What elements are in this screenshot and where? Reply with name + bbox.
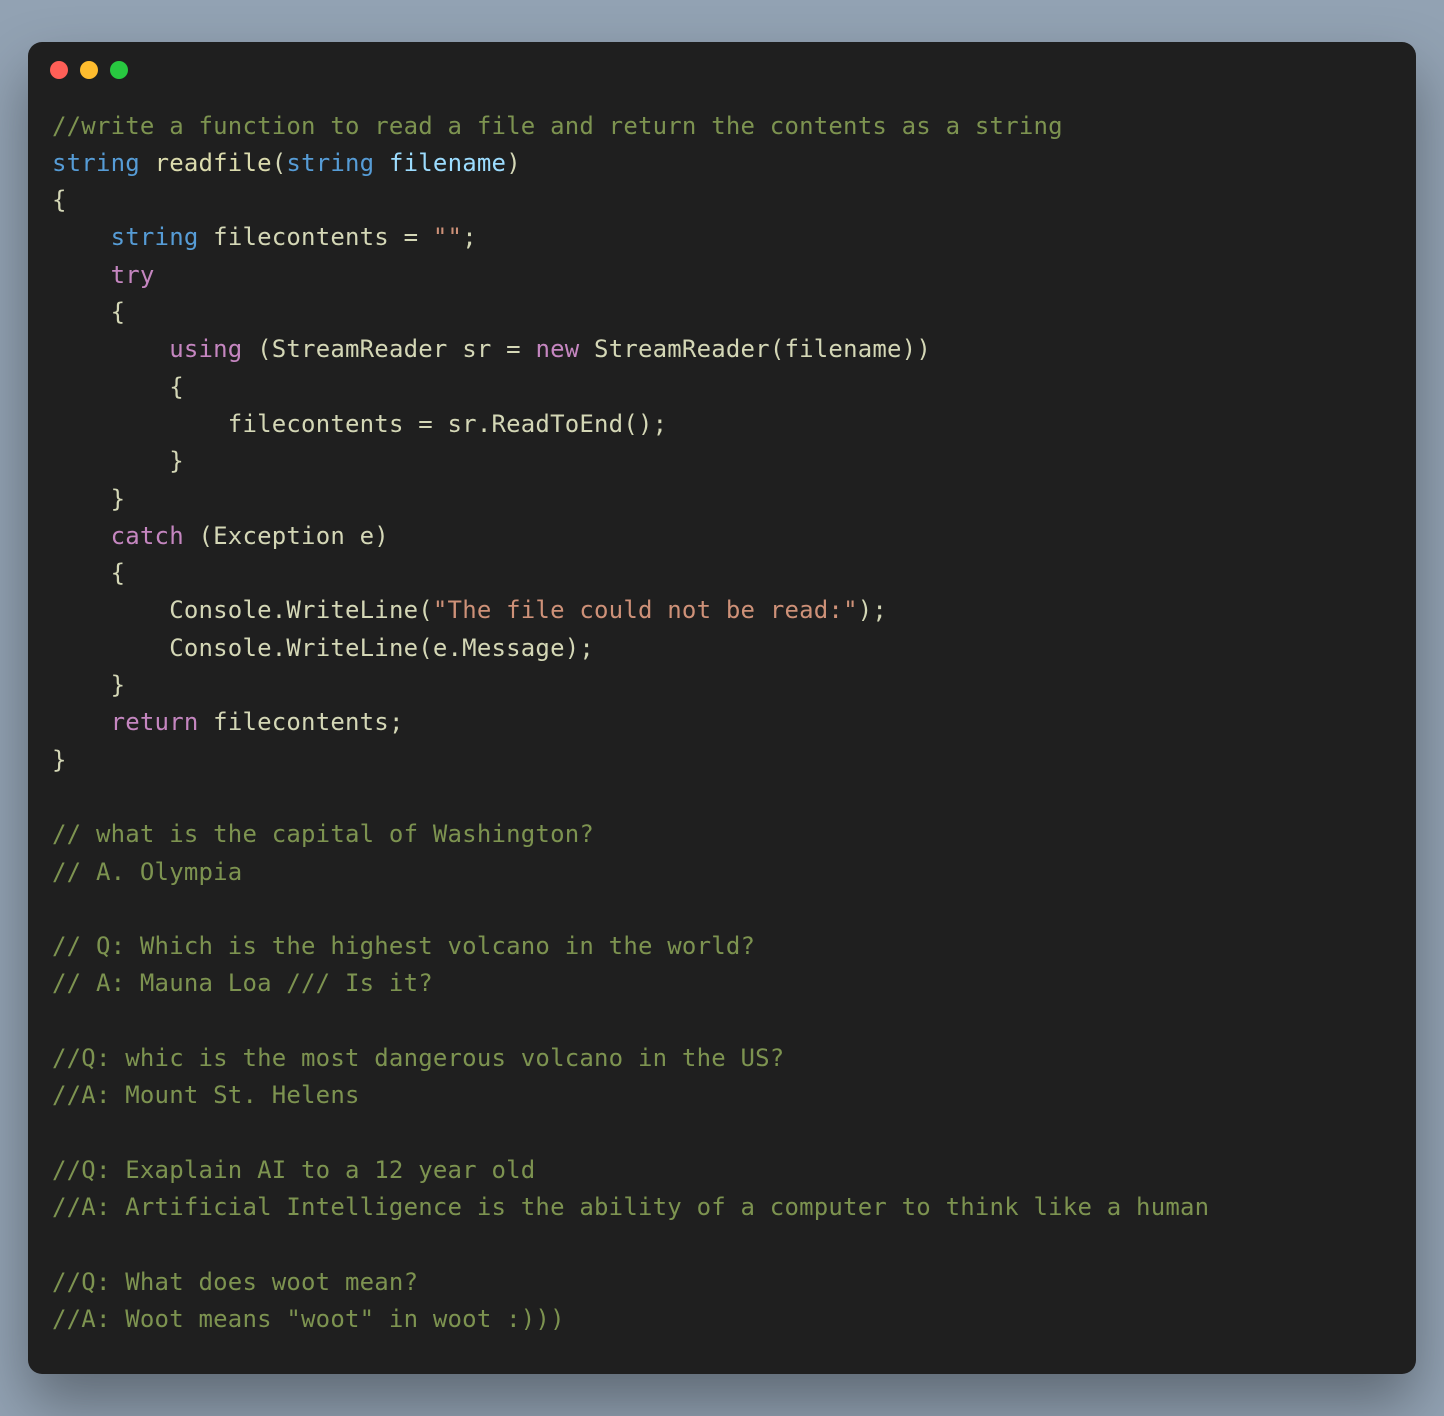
code-token: "The file could not be read:": [433, 596, 858, 624]
code-token: [52, 522, 111, 550]
code-token: filecontents;: [199, 708, 404, 736]
stage: //write a function to read a file and re…: [0, 0, 1444, 1416]
code-token: [52, 634, 169, 662]
code-token: [52, 447, 169, 475]
code-token: StreamReader(filename)): [579, 335, 931, 363]
code-token: readfile: [155, 149, 272, 177]
code-line: // Q: Which is the highest volcano in th…: [52, 932, 755, 960]
code-line: // A: Mauna Loa /// Is it?: [52, 969, 433, 997]
code-token: Console.WriteLine(: [169, 596, 433, 624]
code-token: ;: [462, 223, 477, 251]
minimize-icon[interactable]: [80, 61, 98, 79]
code-line: //A: Artificial Intelligence is the abil…: [52, 1193, 1209, 1221]
zoom-icon[interactable]: [110, 61, 128, 79]
code-line: //Q: What does woot mean?: [52, 1268, 418, 1296]
code-token: string: [52, 149, 140, 177]
code-line: // what is the capital of Washington?: [52, 820, 594, 848]
code-token: {: [111, 298, 126, 326]
code-token: }: [169, 447, 184, 475]
code-line: //A: Mount St. Helens: [52, 1081, 360, 1109]
code-token: );: [858, 596, 887, 624]
code-line: }: [52, 746, 67, 774]
code-token: "": [433, 223, 462, 251]
code-token: filecontents =: [199, 223, 433, 251]
code-token: Console.WriteLine(e.Message);: [169, 634, 594, 662]
code-token: [52, 596, 169, 624]
code-line: // A. Olympia: [52, 858, 242, 886]
close-icon[interactable]: [50, 61, 68, 79]
code-token: [52, 223, 111, 251]
code-token: ): [506, 149, 521, 177]
code-token: try: [111, 261, 155, 289]
code-line: //Q: Exaplain AI to a 12 year old: [52, 1156, 535, 1184]
code-token: filename: [389, 149, 506, 177]
code-token: [52, 671, 111, 699]
code-line: //Q: whic is the most dangerous volcano …: [52, 1044, 784, 1072]
code-token: new: [535, 335, 579, 363]
code-token: filecontents = sr.ReadToEnd();: [228, 410, 667, 438]
titlebar: [28, 42, 1416, 98]
code-line: {: [52, 186, 67, 214]
code-token: [52, 335, 169, 363]
code-token: return: [111, 708, 199, 736]
code-window: //write a function to read a file and re…: [28, 42, 1416, 1375]
code-token: [140, 149, 155, 177]
code-token: {: [111, 559, 126, 587]
code-token: [52, 261, 111, 289]
code-token: catch: [111, 522, 184, 550]
code-token: string: [286, 149, 374, 177]
code-token: string: [111, 223, 199, 251]
code-token: }: [111, 485, 126, 513]
code-token: [374, 149, 389, 177]
code-block: //write a function to read a file and re…: [28, 98, 1416, 1349]
code-line: //write a function to read a file and re…: [52, 112, 1063, 140]
code-token: [52, 373, 169, 401]
code-token: [52, 559, 111, 587]
code-token: (: [272, 149, 287, 177]
code-token: {: [169, 373, 184, 401]
code-token: (Exception e): [184, 522, 389, 550]
code-token: }: [111, 671, 126, 699]
code-token: [52, 485, 111, 513]
code-token: [52, 708, 111, 736]
code-token: [52, 298, 111, 326]
code-token: using: [169, 335, 242, 363]
code-line: //A: Woot means "woot" in woot :))): [52, 1305, 565, 1333]
code-token: (StreamReader sr =: [242, 335, 535, 363]
code-token: [52, 410, 228, 438]
